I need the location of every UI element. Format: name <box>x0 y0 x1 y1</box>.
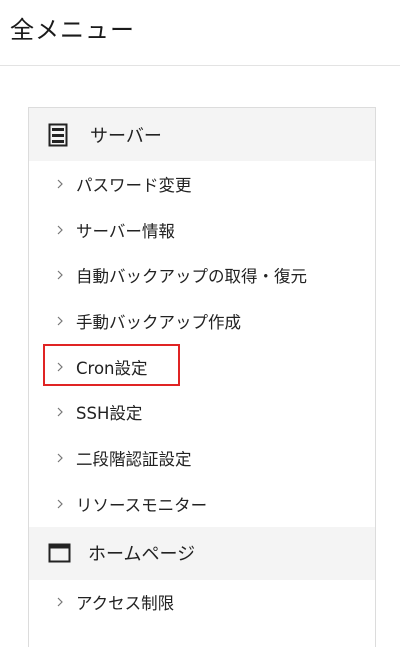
chevron-right-icon <box>57 316 63 326</box>
menu-item-label: リソースモニター <box>76 495 208 515</box>
browser-window-icon <box>48 543 71 563</box>
chevron-right-icon <box>57 225 63 234</box>
all-menu-list: サーバー パスワード変更 サーバー情報 自動バックアップの取得・復元 手動バック… <box>28 107 376 647</box>
menu-item-auto-backup[interactable]: 自動バックアップの取得・復元 <box>29 252 375 298</box>
chevron-right-icon <box>57 179 63 189</box>
menu-item-label: サーバー情報 <box>76 221 175 241</box>
chevron-right-icon <box>57 407 63 417</box>
menu-item-server-info[interactable]: サーバー情報 <box>29 207 375 253</box>
chevron-right-icon <box>57 453 63 463</box>
chevron-right-icon <box>57 597 63 607</box>
menu-item-label: 二段階認証設定 <box>76 449 192 469</box>
menu-item-label: アクセス制限 <box>76 594 175 614</box>
menu-item-two-factor-auth[interactable]: 二段階認証設定 <box>29 435 375 481</box>
page-title: 全メニュー <box>10 16 135 44</box>
menu-item-label: SSH設定 <box>76 404 143 424</box>
section-server[interactable]: サーバー <box>29 108 375 161</box>
menu-item-ssh-settings[interactable]: SSH設定 <box>29 389 375 435</box>
chevron-right-icon <box>57 270 63 280</box>
menu-item-cron-settings[interactable]: Cron設定 <box>29 344 375 390</box>
chevron-right-icon <box>57 499 63 509</box>
menu-item-label: Cron設定 <box>76 358 148 378</box>
menu-item-label: 自動バックアップの取得・復元 <box>76 267 307 287</box>
menu-item-resource-monitor[interactable]: リソースモニター <box>29 481 375 527</box>
menu-item-password-change[interactable]: パスワード変更 <box>29 161 375 207</box>
menu-item-label: パスワード変更 <box>76 175 192 195</box>
menu-item-label: 手動バックアップ作成 <box>76 312 241 332</box>
chevron-right-icon <box>57 362 63 372</box>
section-homepage-label: ホームページ <box>88 544 196 565</box>
page-header: 全メニュー <box>0 0 400 66</box>
section-server-label: サーバー <box>90 125 162 147</box>
menu-item-manual-backup[interactable]: 手動バックアップ作成 <box>29 298 375 344</box>
section-homepage[interactable]: ホームページ <box>29 526 375 580</box>
menu-item-access-restriction[interactable]: アクセス制限 <box>29 580 375 626</box>
server-icon <box>48 123 68 146</box>
